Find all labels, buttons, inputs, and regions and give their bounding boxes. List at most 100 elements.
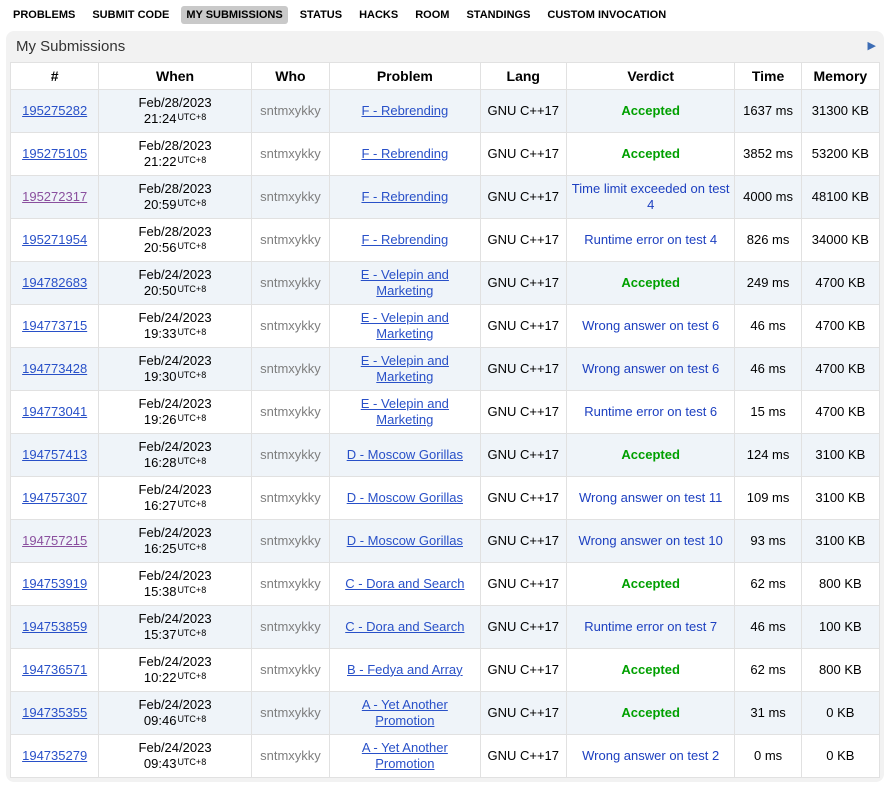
verdict-text: Accepted <box>621 576 680 591</box>
cell-problem: F - Rebrending <box>330 176 481 219</box>
nav-item-submit-code[interactable]: SUBMIT CODE <box>87 6 174 24</box>
submission-row: 194753859Feb/24/202315:37UTC+8sntmxykkyC… <box>11 606 880 649</box>
submission-date: Feb/28/2023 <box>103 95 247 111</box>
submission-row: 194773041Feb/24/202319:26UTC+8sntmxykkyE… <box>11 391 880 434</box>
verdict-text: Accepted <box>621 705 680 720</box>
verdict-text: Runtime error on test 4 <box>584 232 717 247</box>
cell-memory: 53200 KB <box>801 133 879 176</box>
timezone-label: UTC+8 <box>177 714 206 724</box>
cell-submission-id: 194773715 <box>11 305 99 348</box>
cell-exec-time: 62 ms <box>735 649 801 692</box>
problem-link[interactable]: D - Moscow Gorillas <box>347 490 463 505</box>
submission-id-link[interactable]: 195272317 <box>22 189 87 204</box>
cell-verdict: Wrong answer on test 10 <box>566 520 735 563</box>
cell-verdict: Accepted <box>566 434 735 477</box>
author-link[interactable]: sntmxykky <box>260 662 321 677</box>
author-link[interactable]: sntmxykky <box>260 490 321 505</box>
problem-link[interactable]: E - Velepin and Marketing <box>361 267 449 298</box>
author-link[interactable]: sntmxykky <box>260 705 321 720</box>
timezone-label: UTC+8 <box>177 585 206 595</box>
problem-link[interactable]: E - Velepin and Marketing <box>361 396 449 427</box>
cell-verdict: Wrong answer on test 11 <box>566 477 735 520</box>
submission-id-link[interactable]: 194753919 <box>22 576 87 591</box>
submission-row: 194773715Feb/24/202319:33UTC+8sntmxykkyE… <box>11 305 880 348</box>
author-link[interactable]: sntmxykky <box>260 748 321 763</box>
cell-memory: 0 KB <box>801 735 879 778</box>
submission-time: 21:22UTC+8 <box>103 154 247 170</box>
cell-submission-id: 194757413 <box>11 434 99 477</box>
problem-link[interactable]: C - Dora and Search <box>345 576 464 591</box>
cell-exec-time: 1637 ms <box>735 90 801 133</box>
nav-item-room[interactable]: ROOM <box>410 6 454 24</box>
cell-memory: 4700 KB <box>801 305 879 348</box>
author-link[interactable]: sntmxykky <box>260 404 321 419</box>
timezone-label: UTC+8 <box>177 456 206 466</box>
cell-problem: A - Yet Another Promotion <box>330 735 481 778</box>
cell-exec-time: 93 ms <box>735 520 801 563</box>
submission-time: 19:30UTC+8 <box>103 369 247 385</box>
submission-id-link[interactable]: 194782683 <box>22 275 87 290</box>
author-link[interactable]: sntmxykky <box>260 576 321 591</box>
author-link[interactable]: sntmxykky <box>260 189 321 204</box>
submission-time: 19:26UTC+8 <box>103 412 247 428</box>
problem-link[interactable]: A - Yet Another Promotion <box>362 697 448 728</box>
author-link[interactable]: sntmxykky <box>260 232 321 247</box>
contest-nav: PROBLEMS SUBMIT CODE MY SUBMISSIONS STATUS H… <box>0 0 890 29</box>
nav-item-standings[interactable]: STANDINGS <box>461 6 535 24</box>
submission-id-link[interactable]: 195275282 <box>22 103 87 118</box>
nav-item-problems[interactable]: PROBLEMS <box>8 6 80 24</box>
problem-link[interactable]: D - Moscow Gorillas <box>347 447 463 462</box>
author-link[interactable]: sntmxykky <box>260 361 321 376</box>
author-link[interactable]: sntmxykky <box>260 533 321 548</box>
submission-row: 194757215Feb/24/202316:25UTC+8sntmxykkyD… <box>11 520 880 563</box>
author-link[interactable]: sntmxykky <box>260 275 321 290</box>
author-link[interactable]: sntmxykky <box>260 146 321 161</box>
problem-link[interactable]: B - Fedya and Array <box>347 662 463 677</box>
problem-link[interactable]: F - Rebrending <box>361 146 448 161</box>
verdict-text: Wrong answer on test 11 <box>579 490 722 505</box>
problem-link[interactable]: F - Rebrending <box>361 189 448 204</box>
submission-row: 194735355 Feb/24/202309:46UTC+8 sntmxykky A… <box>11 692 880 735</box>
submission-time: 20:56UTC+8 <box>103 240 247 256</box>
author-link[interactable]: sntmxykky <box>260 447 321 462</box>
nav-item-my-submissions[interactable]: MY SUBMISSIONS <box>181 6 287 24</box>
cell-language: GNU C++17 <box>480 90 566 133</box>
cell-when: Feb/24/202309:46UTC+8 <box>99 692 252 735</box>
submission-id-link[interactable]: 194773041 <box>22 404 87 419</box>
cell-memory: 4700 KB <box>801 348 879 391</box>
submission-id-link[interactable]: 194757215 <box>22 533 87 548</box>
nav-item-status[interactable]: STATUS <box>295 6 347 24</box>
submission-id-link[interactable]: 194757413 <box>22 447 87 462</box>
submission-id-link[interactable]: 194735355 <box>22 705 87 720</box>
submission-id-link[interactable]: 194757307 <box>22 490 87 505</box>
column-header-id: # <box>11 63 99 90</box>
submission-row: 195275105Feb/28/202321:22UTC+8sntmxykkyF… <box>11 133 880 176</box>
nav-item-hacks[interactable]: HACKS <box>354 6 403 24</box>
author-link[interactable]: sntmxykky <box>260 619 321 634</box>
submission-date: Feb/24/2023 <box>103 525 247 541</box>
problem-link[interactable]: A - Yet Another Promotion <box>362 740 448 771</box>
problem-link[interactable]: F - Rebrending <box>361 232 448 247</box>
expand-arrow-icon[interactable]: ▶ <box>868 41 876 52</box>
submission-id-link[interactable]: 194736571 <box>22 662 87 677</box>
problem-link[interactable]: F - Rebrending <box>361 103 448 118</box>
submission-id-link[interactable]: 194773715 <box>22 318 87 333</box>
my-submissions-box: My Submissions ▶ #WhenWhoProblemLangVerd… <box>6 31 884 782</box>
author-link[interactable]: sntmxykky <box>260 103 321 118</box>
submission-id-link[interactable]: 194773428 <box>22 361 87 376</box>
author-link[interactable]: sntmxykky <box>260 318 321 333</box>
cell-submission-id: 194735355 <box>11 692 99 735</box>
submission-id-link[interactable]: 195271954 <box>22 232 87 247</box>
cell-verdict: Time limit exceeded on test 4 <box>566 176 735 219</box>
submission-id-link[interactable]: 194753859 <box>22 619 87 634</box>
problem-link[interactable]: E - Velepin and Marketing <box>361 310 449 341</box>
cell-language: GNU C++17 <box>480 606 566 649</box>
cell-author: sntmxykky <box>251 520 329 563</box>
submission-id-link[interactable]: 194735279 <box>22 748 87 763</box>
problem-link[interactable]: D - Moscow Gorillas <box>347 533 463 548</box>
problem-link[interactable]: C - Dora and Search <box>345 619 464 634</box>
cell-submission-id: 194757307 <box>11 477 99 520</box>
nav-item-custom-invocation[interactable]: CUSTOM INVOCATION <box>542 6 671 24</box>
submission-id-link[interactable]: 195275105 <box>22 146 87 161</box>
problem-link[interactable]: E - Velepin and Marketing <box>361 353 449 384</box>
